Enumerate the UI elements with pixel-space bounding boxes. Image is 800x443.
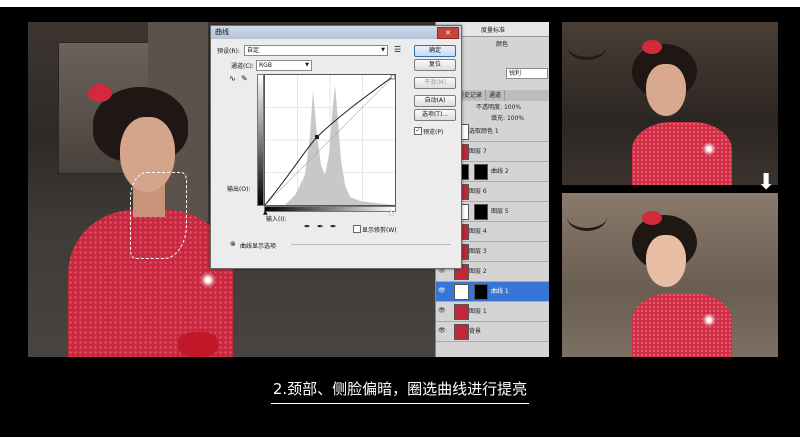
fill-label: 填充: [491, 115, 506, 122]
pencil-icon[interactable]: ✎ [241, 74, 248, 83]
ok-button[interactable]: 确定 [414, 45, 456, 57]
layer-name: 图层 7 [469, 148, 487, 155]
input-gradient-bar [264, 206, 396, 212]
output-label: 输出(O): [227, 186, 251, 193]
preview-checkbox[interactable]: ✓ [414, 127, 422, 135]
tab-channels[interactable]: 通道 [486, 90, 506, 101]
caption: 2.颈部、侧脸偏暗，圈选曲线进行提亮 [0, 378, 800, 404]
hair-flower [88, 84, 112, 102]
eye-icon[interactable]: 👁 [438, 307, 446, 314]
before-photo [562, 22, 778, 185]
curve-endpoint[interactable] [390, 74, 396, 80]
layer-name: 图层 6 [469, 188, 487, 195]
layer-name: 曲线 1 [491, 288, 509, 295]
thumb-face [646, 64, 686, 116]
layer-name: 图层 5 [491, 208, 509, 215]
layer-thumbnail [454, 284, 469, 300]
after-photo [562, 193, 778, 357]
layer-row[interactable]: 👁 背景 [436, 322, 549, 342]
red-object [178, 332, 218, 357]
preview-label: 预览(P) [423, 129, 444, 136]
curves-graph[interactable] [264, 74, 396, 206]
layer-mask[interactable] [474, 204, 488, 220]
layer-thumbnail [454, 324, 469, 340]
thumb-dress [632, 122, 732, 185]
thumb-flower [642, 211, 662, 225]
thumb-face [646, 235, 686, 287]
layer-name: 图层 3 [469, 248, 487, 255]
show-clipping-label: 显示修剪(W) [362, 227, 397, 234]
thumb-dress [632, 293, 732, 357]
reset-button[interactable]: 复位 [414, 59, 456, 71]
channel-select[interactable]: RGB ▼ [256, 60, 312, 71]
curves-dialog: 曲线 ✕ 预设(R): 自定 ▼ ☰ 通道(C): RGB ▼ ∿ ✎ ▲ ▲ 输出… [210, 25, 462, 269]
histogram [285, 85, 395, 205]
top-border [0, 0, 800, 7]
close-button[interactable]: ✕ [437, 27, 459, 39]
layer-mask[interactable] [474, 284, 488, 300]
arrow-down-icon: ⬇ [757, 170, 776, 195]
opacity-value[interactable]: 100% [504, 104, 521, 111]
preset-select[interactable]: 自定 ▼ [244, 45, 388, 56]
white-slider[interactable]: ▲ [389, 209, 394, 216]
input-label: 输入(I): [266, 216, 287, 223]
layer-name: 图层 1 [469, 308, 487, 315]
bottom-border [0, 437, 800, 443]
curve-point[interactable] [315, 135, 319, 139]
separator [291, 244, 451, 245]
channel-label: 通道(C): [231, 63, 254, 70]
layer-name: 选取颜色 1 [469, 128, 499, 135]
caption-text: 2.颈部、侧脸偏暗，圈选曲线进行提亮 [270, 380, 530, 404]
thumb-sparkle [702, 313, 716, 327]
layer-mask[interactable] [474, 164, 488, 180]
layer-name: 图层 4 [469, 228, 487, 235]
light-sparkle [200, 272, 216, 288]
marquee-selection[interactable] [130, 172, 187, 259]
curve-edit-icon[interactable]: ∿ [229, 74, 236, 83]
layer-name: 曲线 2 [491, 168, 509, 175]
layer-name: 背景 [469, 328, 482, 335]
layer-thumbnail [454, 304, 469, 320]
layer-row[interactable]: 👁 图层 1 [436, 302, 549, 322]
opacity-label: 不透明度: [476, 104, 503, 111]
layer-row[interactable]: 👁 曲线 1 [436, 282, 549, 302]
options-button[interactable]: 选项(T)... [414, 109, 456, 121]
white-eyedropper-icon[interactable]: ✒ [330, 222, 337, 231]
thumb-flower [642, 40, 662, 54]
gray-eyedropper-icon[interactable]: ✒ [317, 222, 324, 231]
expand-icon[interactable]: ⊗ [230, 240, 236, 248]
eye-icon[interactable]: 👁 [438, 327, 446, 334]
curve-svg [264, 74, 396, 206]
chevron-down-icon: ▼ [381, 47, 385, 53]
smooth-button[interactable]: 平滑(M) [414, 77, 456, 89]
preset-label: 预设(R): [217, 48, 240, 55]
color-label: 颜色 [496, 41, 509, 48]
chandelier [567, 203, 607, 231]
metric-label: 度量标准 [481, 27, 506, 34]
show-clipping-checkbox[interactable] [353, 225, 361, 233]
black-eyedropper-icon[interactable]: ✒ [304, 222, 311, 231]
layer-name: 图层 2 [469, 268, 487, 275]
display-options-label[interactable]: 曲线显示选项 [240, 241, 276, 250]
chevron-down-icon: ▼ [305, 62, 309, 68]
auto-button[interactable]: 自动(A) [414, 95, 456, 107]
preset-menu-icon[interactable]: ☰ [394, 45, 401, 54]
eye-icon[interactable]: 👁 [438, 287, 446, 294]
fill-value[interactable]: 100% [507, 115, 524, 122]
dialog-title: 曲线 [211, 26, 461, 39]
thumb-sparkle [702, 142, 716, 156]
chandelier [567, 32, 607, 60]
sharpen-select[interactable]: 锐利 [506, 68, 548, 79]
output-gradient-bar [257, 74, 264, 206]
